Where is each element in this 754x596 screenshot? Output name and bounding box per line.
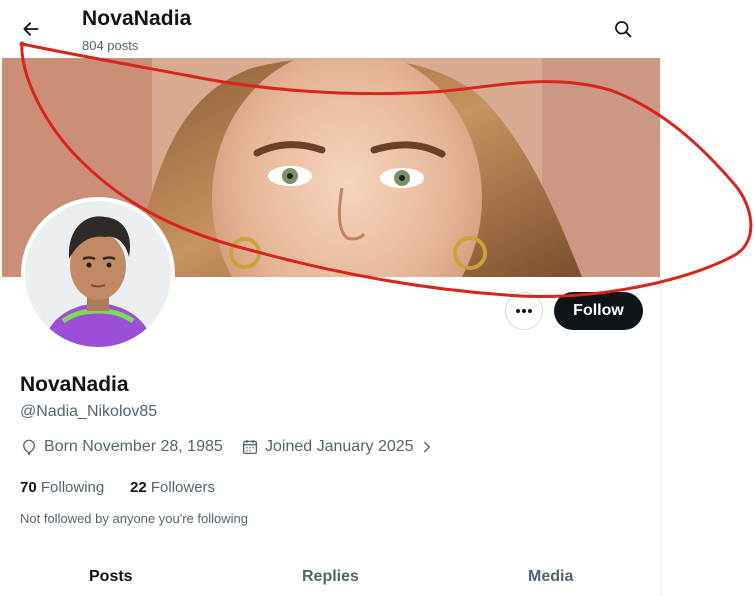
tab-replies[interactable]: Replies bbox=[302, 568, 359, 586]
header-posts-count: 804 posts bbox=[82, 38, 139, 53]
profile-join-date[interactable]: Joined January 2025 bbox=[241, 438, 434, 456]
following-count: 70 bbox=[20, 479, 37, 496]
more-horizontal-icon bbox=[516, 309, 532, 313]
avatar-image bbox=[25, 201, 171, 347]
tab-media[interactable]: Media bbox=[528, 568, 573, 586]
header-title: NovaNadia bbox=[82, 7, 192, 30]
profile-handle: @Nadia_Nikolov85 bbox=[20, 403, 158, 420]
followers-count: 22 bbox=[130, 479, 147, 496]
joined-text: Joined January 2025 bbox=[265, 438, 414, 455]
back-button[interactable] bbox=[14, 12, 48, 46]
more-options-button[interactable] bbox=[505, 292, 543, 330]
balloon-icon bbox=[23, 439, 35, 456]
tab-posts[interactable]: Posts bbox=[89, 568, 133, 586]
search-icon bbox=[615, 21, 632, 38]
following-link[interactable]: 70 Following bbox=[20, 479, 104, 496]
calendar-icon bbox=[242, 439, 258, 455]
column-divider bbox=[660, 58, 661, 596]
chevron-right-icon bbox=[423, 441, 430, 453]
following-label: Following bbox=[40, 479, 105, 496]
profile-display-name: NovaNadia bbox=[20, 373, 129, 396]
born-text: Born November 28, 1985 bbox=[44, 438, 223, 455]
arrow-left-icon bbox=[23, 22, 39, 36]
avatar[interactable] bbox=[21, 197, 175, 351]
search-button[interactable] bbox=[606, 12, 640, 46]
follow-button[interactable]: Follow bbox=[554, 292, 643, 330]
followers-link[interactable]: 22 Followers bbox=[130, 479, 215, 496]
followers-label: Followers bbox=[150, 479, 216, 496]
profile-birthdate: Born November 28, 1985 bbox=[20, 438, 223, 456]
not-followed-note: Not followed by anyone you're following bbox=[20, 511, 248, 526]
